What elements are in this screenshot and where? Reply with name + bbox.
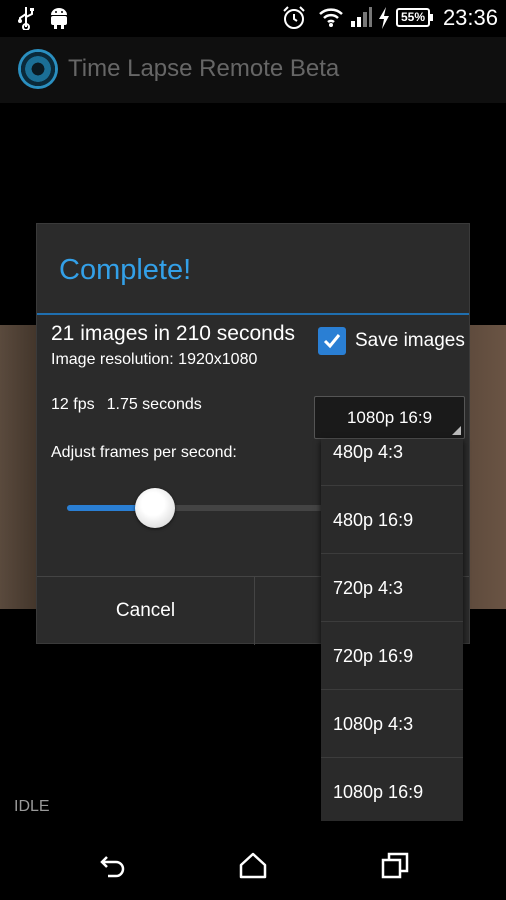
- summary-text: 21 images in 210 seconds: [51, 322, 295, 345]
- dropdown-option[interactable]: 720p 4:3: [321, 554, 463, 622]
- back-icon[interactable]: [98, 851, 128, 884]
- navigation-bar: [0, 833, 506, 900]
- resolution-text: Image resolution: 1920x1080: [51, 351, 258, 368]
- duration-value: 1.75 seconds: [106, 396, 202, 413]
- dropdown-option[interactable]: 1080p 4:3: [321, 690, 463, 758]
- android-debug-icon: [48, 6, 70, 35]
- status-bar: 55% 23:36: [0, 0, 506, 37]
- fps-info: 12 fps 1.75 seconds: [51, 396, 214, 414]
- dialog-title: Complete!: [59, 254, 192, 286]
- dropdown-option[interactable]: 480p 4:3: [321, 439, 463, 486]
- button-separator: [254, 577, 255, 645]
- status-text: IDLE: [14, 798, 50, 815]
- title-divider: [37, 313, 469, 315]
- clock: 23:36: [442, 5, 498, 30]
- home-icon[interactable]: [238, 851, 268, 884]
- wifi-icon: [318, 6, 344, 33]
- cancel-button[interactable]: Cancel: [37, 577, 254, 644]
- fps-value: 12 fps: [51, 396, 95, 413]
- recent-apps-icon[interactable]: [380, 851, 410, 884]
- save-images-label[interactable]: Save images: [355, 330, 465, 352]
- charging-icon: [377, 6, 391, 35]
- camera-lens-icon: [18, 49, 58, 89]
- dropdown-option[interactable]: 1080p 16:9: [321, 758, 463, 821]
- screen: 55% 23:36 Time Lapse Remote Beta IDLE Co…: [0, 0, 506, 900]
- adjust-fps-label: Adjust frames per second:: [51, 444, 237, 461]
- dropdown-option[interactable]: 720p 16:9: [321, 622, 463, 690]
- action-bar: Time Lapse Remote Beta: [0, 37, 506, 103]
- checkmark-icon: [323, 334, 341, 349]
- dropdown-option[interactable]: 480p 16:9: [321, 486, 463, 554]
- fps-slider-thumb[interactable]: [135, 488, 176, 528]
- alarm-icon: [282, 6, 306, 35]
- format-dropdown: 480p 4:3 480p 16:9 720p 4:3 720p 16:9 1080p …: [321, 439, 463, 821]
- usb-icon: [16, 6, 36, 35]
- battery-icon: 55%: [396, 8, 433, 27]
- app-title: Time Lapse Remote Beta: [68, 55, 340, 82]
- format-spinner[interactable]: 1080p 16:9: [314, 396, 465, 439]
- signal-icon: [350, 6, 372, 33]
- save-images-checkbox[interactable]: [318, 327, 346, 355]
